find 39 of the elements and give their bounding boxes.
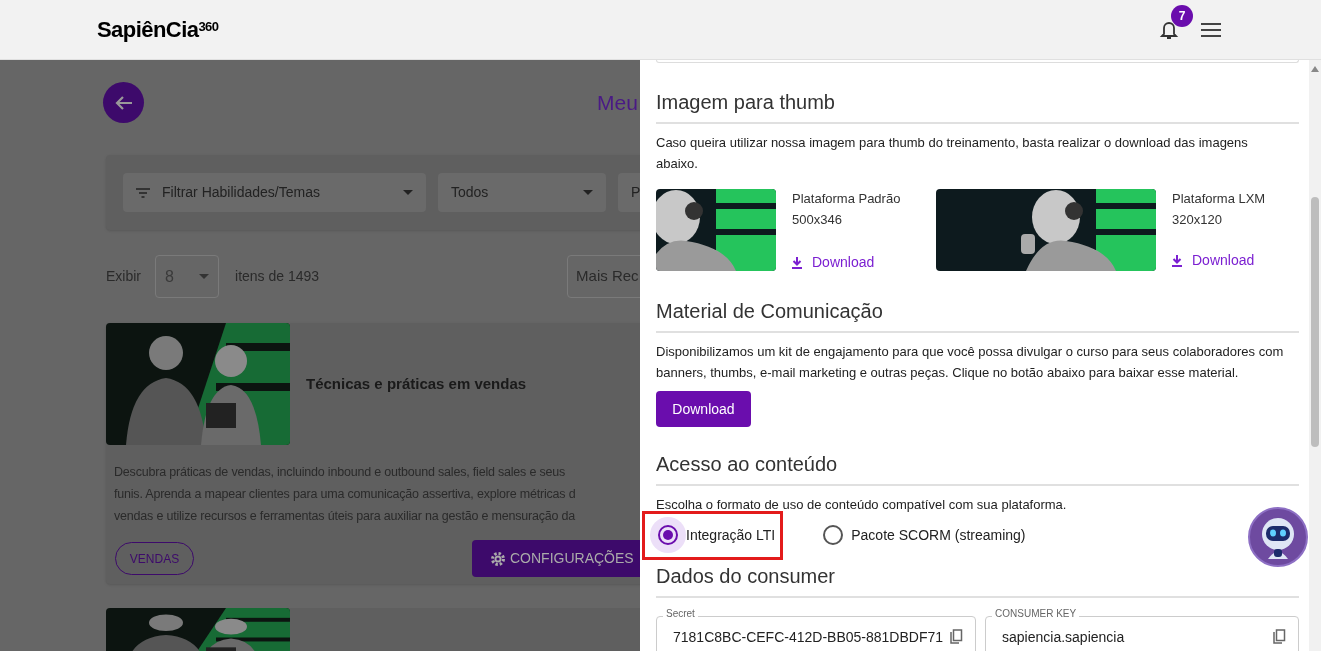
settings-button[interactable]: CONFIGURAÇÕES [472,540,640,577]
show-label: Exibir [106,267,141,286]
image-size: 320x120 [1172,211,1223,229]
course-title: Técnicas e práticas em vendas [306,373,527,394]
field-label: CONSUMER KEY [992,608,1080,620]
download-icon [1172,254,1182,267]
access-text: Escolha o formato de uso de conteúdo compatível com sua plataforma. [656,496,1068,514]
caret-icon [583,190,593,195]
arrow-left-icon [114,94,133,111]
radio-button[interactable] [823,525,844,545]
scroll-up-icon[interactable] [1311,66,1319,72]
download-icon [792,256,802,269]
section-title: Material de Comunicação [656,296,1299,333]
filter-icon [136,187,150,198]
field-label: Secret [663,608,698,620]
scrollbar[interactable] [1309,60,1321,651]
download-link[interactable]: Download [792,252,901,273]
radio-label: Pacote SCORM (streaming) [851,525,1026,545]
item-count: itens de 1493 [235,267,320,286]
gear-icon [490,550,506,567]
material-text: Disponibilizamos um kit de engajamento para que você possa divulgar o curso para seus colaboradores com banners, thumbs, e-mail marketing e outras peças. Clique no botão abaixo para baixar esse material. [656,343,1285,382]
image-name: Plataforma LXM [1172,190,1266,208]
copy-icon[interactable] [949,629,963,645]
back-button[interactable] [103,82,144,123]
download-button[interactable]: Download [656,391,751,427]
image-name: Plataforma Padrão [792,190,901,208]
section-title: Acesso ao conteúdo [656,449,1299,486]
radio-label: Integração LTI [686,525,776,545]
caret-icon [199,274,209,279]
menu-icon[interactable] [1201,21,1221,38]
image-size: 500x346 [792,211,843,229]
logo: SapiênCia$^{360}$ [97,16,219,44]
notification-badge: 7 [1171,4,1193,27]
caret-icon [403,190,413,195]
thumb-text: Caso queira utilizar nossa imagem para thumb do treinamento, basta realizar o download das imagens abaixo. [656,134,1249,173]
page-title: Meu [597,89,638,116]
section-title: Imagem para thumb [656,87,1299,124]
download-link[interactable]: Download [1172,250,1266,271]
copy-icon[interactable] [1272,629,1286,645]
